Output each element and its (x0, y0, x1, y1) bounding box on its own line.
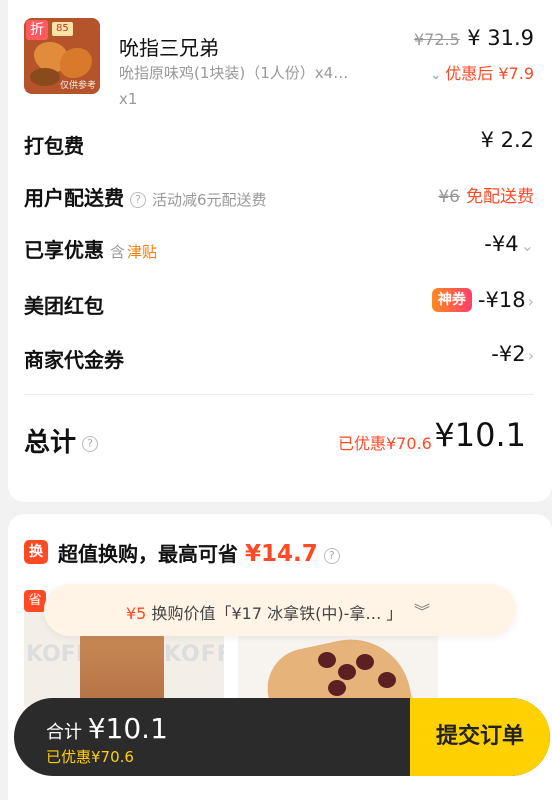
red-packet-row[interactable]: 美团红包 神券 -¥18 › (24, 284, 534, 324)
chicken-piece-2 (60, 48, 92, 78)
chevron-down-icon: ⌄ (520, 236, 534, 255)
item-name: 吮指三兄弟 (119, 36, 219, 60)
delivery-fee-row: 用户配送费? 活动减6元配送费 ¥6 免配送费 (24, 176, 534, 216)
bar-saved: 已优惠¥70.6 (46, 748, 134, 766)
chevron-right-icon: › (527, 292, 534, 311)
total-row: 总计? (24, 422, 99, 459)
bean (328, 680, 346, 696)
bar-total-label: 合计 (46, 722, 82, 743)
exchange-amount: ¥14.7 (244, 541, 318, 567)
delivery-fee-note: 活动减6元配送费 (152, 191, 267, 209)
discount-tag-icon: 折 (26, 20, 48, 40)
discount-row[interactable]: 已享优惠含津贴 -¥4 ⌄ (24, 228, 534, 268)
help-icon[interactable]: ? (82, 436, 99, 452)
total-label: 总计 (24, 428, 77, 458)
voucher-row[interactable]: 商家代金券 -¥2 › (24, 338, 534, 378)
voucher-value: -¥2 (491, 342, 526, 366)
bar-total: 合计 ¥10.1 (46, 712, 168, 745)
discount-note-prefix: 含 (110, 243, 126, 261)
exchange-title-text: 超值换购，最高可省 (58, 542, 238, 566)
item-image-level: 85 (52, 22, 73, 36)
discount-label: 已享优惠 (24, 238, 104, 262)
item-image-watermark: 仅供参考 (59, 81, 96, 91)
chevron-down-icon: ⌄ (430, 68, 442, 83)
discount-value: -¥4 (484, 232, 519, 256)
koffee-watermark-right: KOFFEE (164, 642, 224, 667)
double-chevron-down-icon[interactable]: ︾ (414, 598, 430, 622)
submit-order-button[interactable]: 提交订单 (410, 698, 550, 776)
bean (378, 672, 396, 688)
total-value: ¥10.1 (434, 416, 526, 454)
item-quantity: x1 (119, 90, 138, 108)
packing-fee-label: 打包费 (24, 134, 84, 158)
item-price: ¥ 31.9 (467, 26, 534, 50)
exchange-pill-text: 换购价值「¥17 冰拿铁(中)-拿… 」 (151, 604, 403, 623)
allowance-link[interactable]: 津贴 (127, 243, 157, 261)
super-coupon-badge: 神券 (431, 288, 472, 312)
bean (338, 664, 356, 680)
red-packet-value: -¥18 (477, 288, 526, 312)
item-after-discount-label: 优惠后 ¥7.9 (445, 64, 534, 83)
delivery-fee-original: ¥6 (438, 187, 460, 207)
divider (24, 394, 534, 395)
save-badge: 省 (24, 590, 46, 612)
chevron-right-icon: › (527, 346, 534, 365)
item-original-price: ¥72.5 (414, 30, 460, 49)
chicken-piece-3 (30, 68, 60, 86)
delivery-fee-value: 免配送费 (466, 187, 534, 207)
bean (318, 652, 336, 668)
item-description: 吮指原味鸡(1块装)（1人份）x4… (119, 64, 349, 82)
item-after-discount[interactable]: ⌄ 优惠后 ¥7.9 (430, 60, 534, 84)
total-saved: 已优惠¥70.6 (338, 434, 432, 453)
bar-total-value: ¥10.1 (87, 712, 168, 745)
help-icon[interactable]: ? (130, 192, 146, 208)
exchange-icon: 换 (24, 540, 48, 564)
help-icon[interactable]: ? (323, 548, 340, 564)
exchange-title: 超值换购，最高可省 ¥14.7? (58, 538, 340, 567)
item-image: 折 85 仅供参考 (24, 18, 100, 94)
bean (356, 654, 374, 670)
packing-fee-value: ¥ 2.2 (480, 128, 534, 152)
delivery-fee-label: 用户配送费 (24, 186, 124, 210)
exchange-selection-pill[interactable]: ¥5 换购价值「¥17 冰拿铁(中)-拿… 」 ︾ (44, 584, 516, 636)
packing-fee-row: 打包费 ¥ 2.2 (24, 124, 534, 164)
voucher-label: 商家代金券 (24, 348, 124, 372)
red-packet-label: 美团红包 (24, 294, 104, 318)
exchange-price: ¥5 (126, 604, 147, 623)
order-item[interactable]: 折 85 仅供参考 吮指三兄弟 吮指原味鸡(1块装)（1人份）x4… x1 ¥7… (24, 18, 534, 114)
checkout-bar: 合计 ¥10.1 已优惠¥70.6 提交订单 (14, 698, 550, 776)
